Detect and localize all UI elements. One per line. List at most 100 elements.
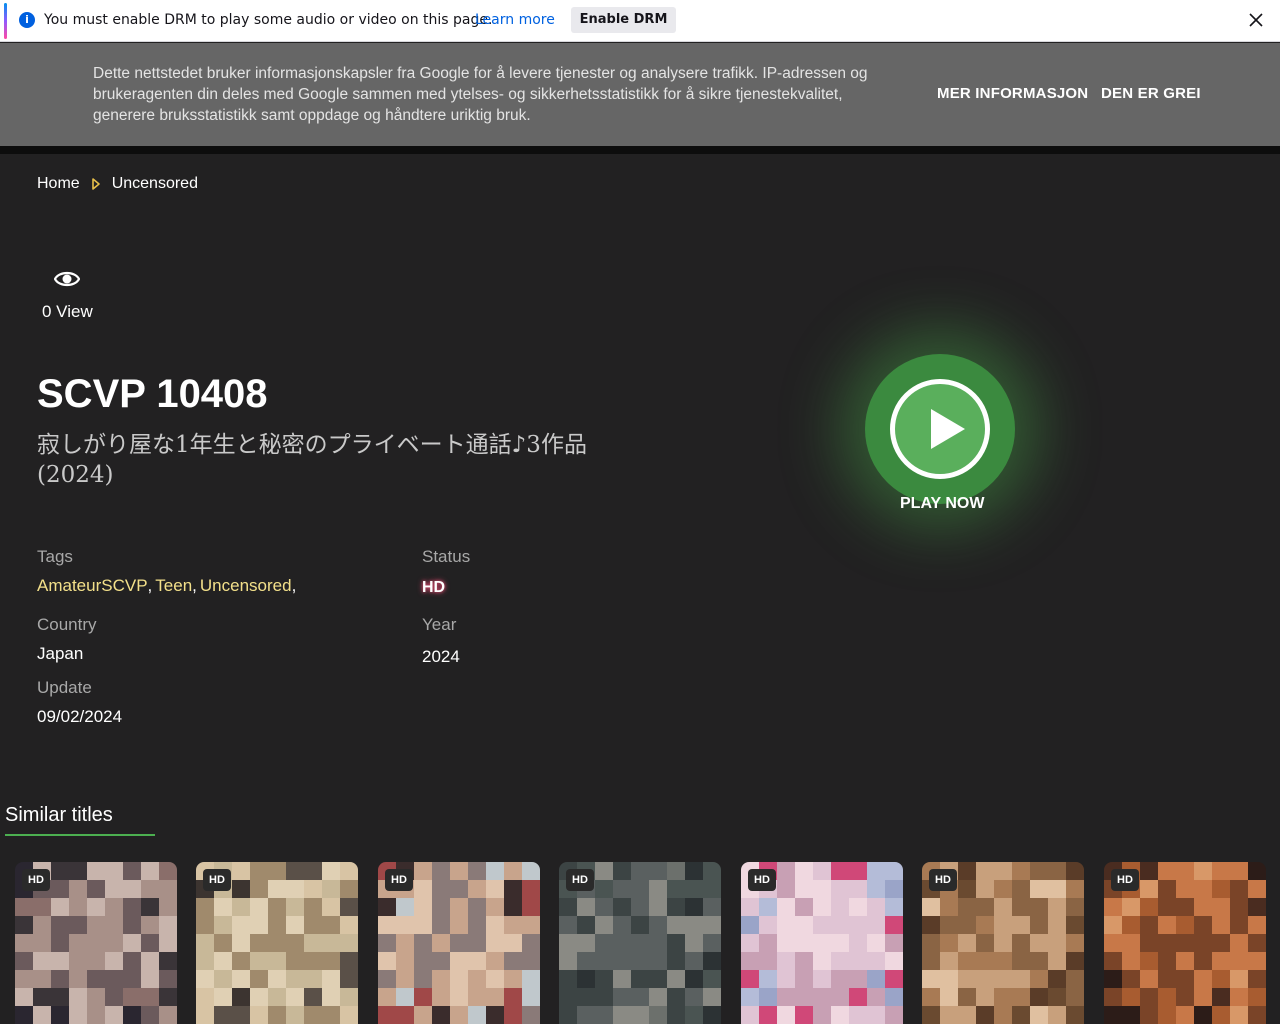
thumbnail-pixel — [595, 1006, 613, 1024]
thumbnail-pixel — [777, 988, 795, 1006]
tag-link[interactable]: AmateurSCVP — [37, 576, 148, 596]
thumbnail-pixel — [286, 934, 304, 952]
thumbnail-pixel — [867, 988, 885, 1006]
thumbnail-pixel — [831, 862, 849, 880]
thumbnail-pixel — [741, 952, 759, 970]
learn-more-link[interactable]: Learn more — [475, 12, 555, 28]
similar-title-card[interactable]: HD — [559, 862, 721, 1024]
similar-title-card[interactable]: HD — [15, 862, 177, 1024]
thumbnail-pixel — [214, 970, 232, 988]
close-icon[interactable] — [1244, 8, 1268, 32]
thumbnail-pixel — [232, 988, 250, 1006]
thumbnail-pixel — [141, 862, 159, 880]
thumbnail-pixel — [141, 952, 159, 970]
thumbnail-pixel — [1212, 952, 1230, 970]
thumbnail-pixel — [268, 880, 286, 898]
thumbnail-pixel — [214, 934, 232, 952]
thumbnail-pixel — [33, 898, 51, 916]
tag-separator: , — [291, 576, 297, 595]
hd-badge: HD — [566, 869, 594, 891]
thumbnail-pixel — [468, 952, 486, 970]
thumbnail-pixel — [813, 898, 831, 916]
thumbnail-pixel — [1194, 988, 1212, 1006]
thumbnail-pixel — [958, 862, 976, 880]
thumbnail-pixel — [922, 988, 940, 1006]
thumbnail-pixel — [486, 898, 504, 916]
enable-drm-button[interactable]: Enable DRM — [571, 7, 676, 33]
similar-title-card[interactable]: HD — [741, 862, 903, 1024]
thumbnail-pixel — [1066, 880, 1084, 898]
thumbnail-pixel — [378, 898, 396, 916]
tag-link[interactable]: Uncensored — [200, 576, 292, 596]
thumbnail-pixel — [940, 1006, 958, 1024]
thumbnail-pixel — [1104, 970, 1122, 988]
thumbnail-pixel — [69, 952, 87, 970]
thumbnail-pixel — [1158, 952, 1176, 970]
thumbnail-pixel — [940, 916, 958, 934]
breadcrumb-home-link[interactable]: Home — [37, 175, 80, 193]
thumbnail-pixel — [667, 934, 685, 952]
thumbnail-pixel — [504, 1006, 522, 1024]
thumbnail-pixel — [141, 970, 159, 988]
thumbnail-pixel — [613, 916, 631, 934]
thumbnail-pixel — [559, 988, 577, 1006]
eye-icon — [54, 271, 80, 287]
thumbnail-pixel — [1230, 898, 1248, 916]
play-button[interactable] — [890, 379, 990, 479]
thumbnail-pixel — [304, 934, 322, 952]
thumbnail-pixel — [87, 970, 105, 988]
thumbnail-pixel — [703, 970, 721, 988]
play-now-label[interactable]: PLAY NOW — [900, 495, 984, 513]
thumbnail-pixel — [1230, 934, 1248, 952]
thumbnail-pixel — [522, 934, 540, 952]
thumbnail-pixel — [1158, 934, 1176, 952]
thumbnail-pixel — [87, 1006, 105, 1024]
thumbnail-pixel — [432, 934, 450, 952]
thumbnail-pixel — [795, 1006, 813, 1024]
thumbnail-pixel — [795, 916, 813, 934]
thumbnail-pixel — [159, 898, 177, 916]
thumbnail-pixel — [867, 952, 885, 970]
thumbnail-pixel — [1066, 970, 1084, 988]
similar-title-card[interactable]: HD — [378, 862, 540, 1024]
similar-titles-heading: Similar titles — [5, 804, 113, 826]
thumbnail-pixel — [450, 880, 468, 898]
similar-title-card[interactable]: HD — [922, 862, 1084, 1024]
breadcrumb-current[interactable]: Uncensored — [112, 175, 198, 193]
thumbnail-pixel — [87, 916, 105, 934]
thumbnail-pixel — [51, 862, 69, 880]
thumbnail-pixel — [286, 880, 304, 898]
more-info-button[interactable]: MER INFORMASJON — [937, 85, 1088, 102]
thumbnail-pixel — [559, 934, 577, 952]
similar-title-card[interactable]: HD — [196, 862, 358, 1024]
thumbnail-pixel — [51, 970, 69, 988]
thumbnail-pixel — [250, 988, 268, 1006]
thumbnail-pixel — [759, 988, 777, 1006]
drm-message: You must enable DRM to play some audio o… — [44, 12, 493, 28]
thumbnail-pixel — [795, 880, 813, 898]
thumbnail-pixel — [141, 1006, 159, 1024]
thumbnail-pixel — [105, 898, 123, 916]
thumbnail-pixel — [1030, 880, 1048, 898]
tag-link[interactable]: Teen — [155, 576, 192, 596]
thumbnail-pixel — [105, 988, 123, 1006]
thumbnail-pixel — [759, 916, 777, 934]
thumbnail-pixel — [468, 1006, 486, 1024]
thumbnail-pixel — [1176, 952, 1194, 970]
thumbnail-pixel — [795, 862, 813, 880]
thumbnail-pixel — [33, 1006, 51, 1024]
thumbnail-pixel — [450, 952, 468, 970]
thumbnail-pixel — [849, 898, 867, 916]
thumbnail-pixel — [1158, 1006, 1176, 1024]
thumbnail-pixel — [486, 934, 504, 952]
thumbnail-pixel — [1104, 952, 1122, 970]
thumbnail-pixel — [777, 916, 795, 934]
thumbnail-pixel — [831, 952, 849, 970]
thumbnail-pixel — [450, 934, 468, 952]
similar-title-card[interactable]: HD — [1104, 862, 1266, 1024]
thumbnail-pixel — [1030, 916, 1048, 934]
thumbnail-pixel — [340, 988, 358, 1006]
thumbnail-pixel — [340, 880, 358, 898]
thumbnail-pixel — [813, 952, 831, 970]
accept-cookies-button[interactable]: DEN ER GREI — [1101, 85, 1201, 102]
